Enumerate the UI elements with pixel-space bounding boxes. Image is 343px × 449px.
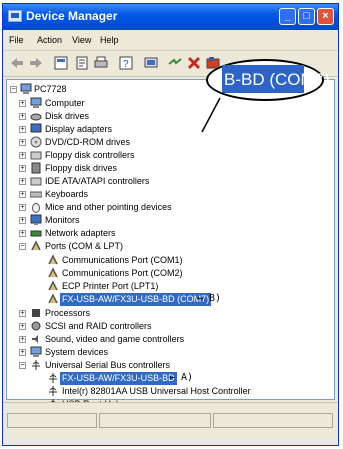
network-adapter-icon	[30, 230, 42, 237]
title-bar[interactable]: Device Manager _ □ ×	[3, 4, 338, 30]
port-connector-icon	[48, 254, 58, 265]
menu-bar: File Action View Help	[3, 31, 338, 51]
expand-toggle[interactable]: +	[19, 152, 26, 159]
category-label: Network adapters	[45, 228, 116, 238]
ide-controller-icon	[30, 177, 42, 186]
expand-toggle[interactable]: +	[19, 113, 26, 120]
disk-drive-icon	[30, 113, 42, 121]
display-adapter-icon	[30, 123, 42, 133]
back-icon[interactable]	[9, 55, 25, 71]
category-label: SCSI and RAID controllers	[45, 321, 152, 331]
expand-toggle[interactable]: +	[19, 126, 26, 133]
floppy-drive-icon	[31, 162, 41, 174]
port-connector-icon	[48, 267, 58, 278]
floppy-controller-icon	[30, 151, 42, 160]
port-connector-icon	[48, 293, 58, 304]
category-label: Computer	[45, 98, 85, 108]
usb-icon	[49, 373, 57, 383]
computer-icon	[30, 97, 42, 108]
category-label: Ports (COM & LPT)	[45, 241, 124, 251]
monitor-icon	[30, 214, 42, 225]
category-label: IDE ATA/ATAPI controllers	[45, 176, 150, 186]
svg-text:?: ?	[123, 59, 129, 70]
usb-icon	[32, 360, 40, 370]
system-devices-icon	[30, 346, 42, 357]
menu-file[interactable]: File	[9, 35, 24, 45]
expand-toggle[interactable]: +	[19, 100, 26, 107]
menu-view[interactable]: View	[72, 35, 91, 45]
category-label: Display adapters	[45, 124, 113, 134]
computer-icon	[20, 83, 32, 94]
expand-toggle[interactable]: +	[19, 323, 26, 330]
callout-text: B-BD (COM7)	[224, 70, 330, 89]
annotation-a: ← A)	[169, 372, 194, 383]
menu-action[interactable]: Action	[37, 35, 62, 45]
category-label: Sound, video and game controllers	[45, 334, 185, 344]
category-label: System devices	[45, 347, 109, 357]
scsi-icon	[31, 321, 41, 331]
port-label: Communications Port (COM1)	[62, 255, 183, 265]
annotation-b: ← B)	[197, 293, 222, 304]
expand-toggle[interactable]: +	[19, 217, 26, 224]
scan-icon[interactable]	[143, 55, 159, 71]
category-label: DVD/CD-ROM drives	[45, 137, 131, 147]
category-label: Disk drives	[45, 111, 90, 121]
collapse-toggle[interactable]: −	[10, 86, 17, 93]
computer-view-icon[interactable]	[53, 55, 69, 71]
category-label: Monitors	[45, 215, 80, 225]
port-label: Communications Port (COM2)	[62, 268, 183, 278]
collapse-toggle[interactable]: −	[19, 362, 26, 369]
expand-toggle[interactable]: +	[19, 310, 26, 317]
expand-toggle[interactable]: +	[19, 230, 26, 237]
expand-toggle[interactable]: +	[19, 165, 26, 172]
maximize-button[interactable]: □	[298, 8, 315, 25]
status-bar	[3, 402, 338, 445]
disable-icon[interactable]	[167, 55, 183, 71]
sound-icon	[32, 335, 38, 343]
port-label: ECP Printer Port (LPT1)	[62, 281, 159, 291]
category-label: Floppy disk controllers	[45, 150, 135, 160]
callout-pointer	[201, 97, 221, 133]
help-icon[interactable]: ?	[118, 55, 134, 71]
expand-toggle[interactable]: +	[19, 336, 26, 343]
expand-toggle[interactable]: +	[19, 191, 26, 198]
properties-icon[interactable]	[74, 55, 90, 71]
expand-toggle[interactable]: +	[19, 178, 26, 185]
window-title: Device Manager	[26, 9, 118, 23]
keyboard-icon	[30, 191, 42, 198]
tree-root-label: PC7728	[34, 84, 67, 94]
dvd-drive-icon	[30, 136, 42, 148]
processor-icon	[32, 309, 40, 317]
forward-icon[interactable]	[28, 55, 44, 71]
status-cell	[7, 413, 97, 428]
uninstall-icon[interactable]	[186, 55, 202, 71]
port-label: FX-USB-AW/FX3U-USB-BD (COM7)	[60, 293, 212, 306]
print-icon[interactable]	[93, 55, 109, 71]
mouse-icon	[32, 203, 40, 213]
category-label: Keyboards	[45, 189, 89, 199]
menu-help[interactable]: Help	[100, 35, 119, 45]
port-icon	[31, 240, 41, 251]
expand-toggle[interactable]: +	[19, 204, 26, 211]
category-label: Floppy disk drives	[45, 163, 118, 173]
close-button[interactable]: ×	[317, 8, 334, 25]
collapse-toggle[interactable]: −	[19, 243, 26, 250]
status-cell	[213, 413, 333, 428]
device-manager-icon	[8, 10, 22, 22]
expand-toggle[interactable]: +	[19, 349, 26, 356]
category-label: Mice and other pointing devices	[45, 202, 172, 212]
expand-toggle[interactable]: +	[19, 139, 26, 146]
usb-icon	[49, 386, 57, 396]
minimize-button[interactable]: _	[279, 8, 296, 25]
category-label: Universal Serial Bus controllers	[45, 360, 171, 370]
category-label: Processors	[45, 308, 91, 318]
device-tree[interactable]: − PC7728 + Computer + Disk drives + Disp…	[6, 79, 335, 409]
usb-device-label: Intel(r) 82801AA USB Universal Host Cont…	[62, 386, 251, 396]
usb-device-label: FX-USB-AW/FX3U-USB-BD	[60, 372, 177, 385]
status-cell	[99, 413, 211, 428]
port-connector-icon	[48, 280, 58, 291]
